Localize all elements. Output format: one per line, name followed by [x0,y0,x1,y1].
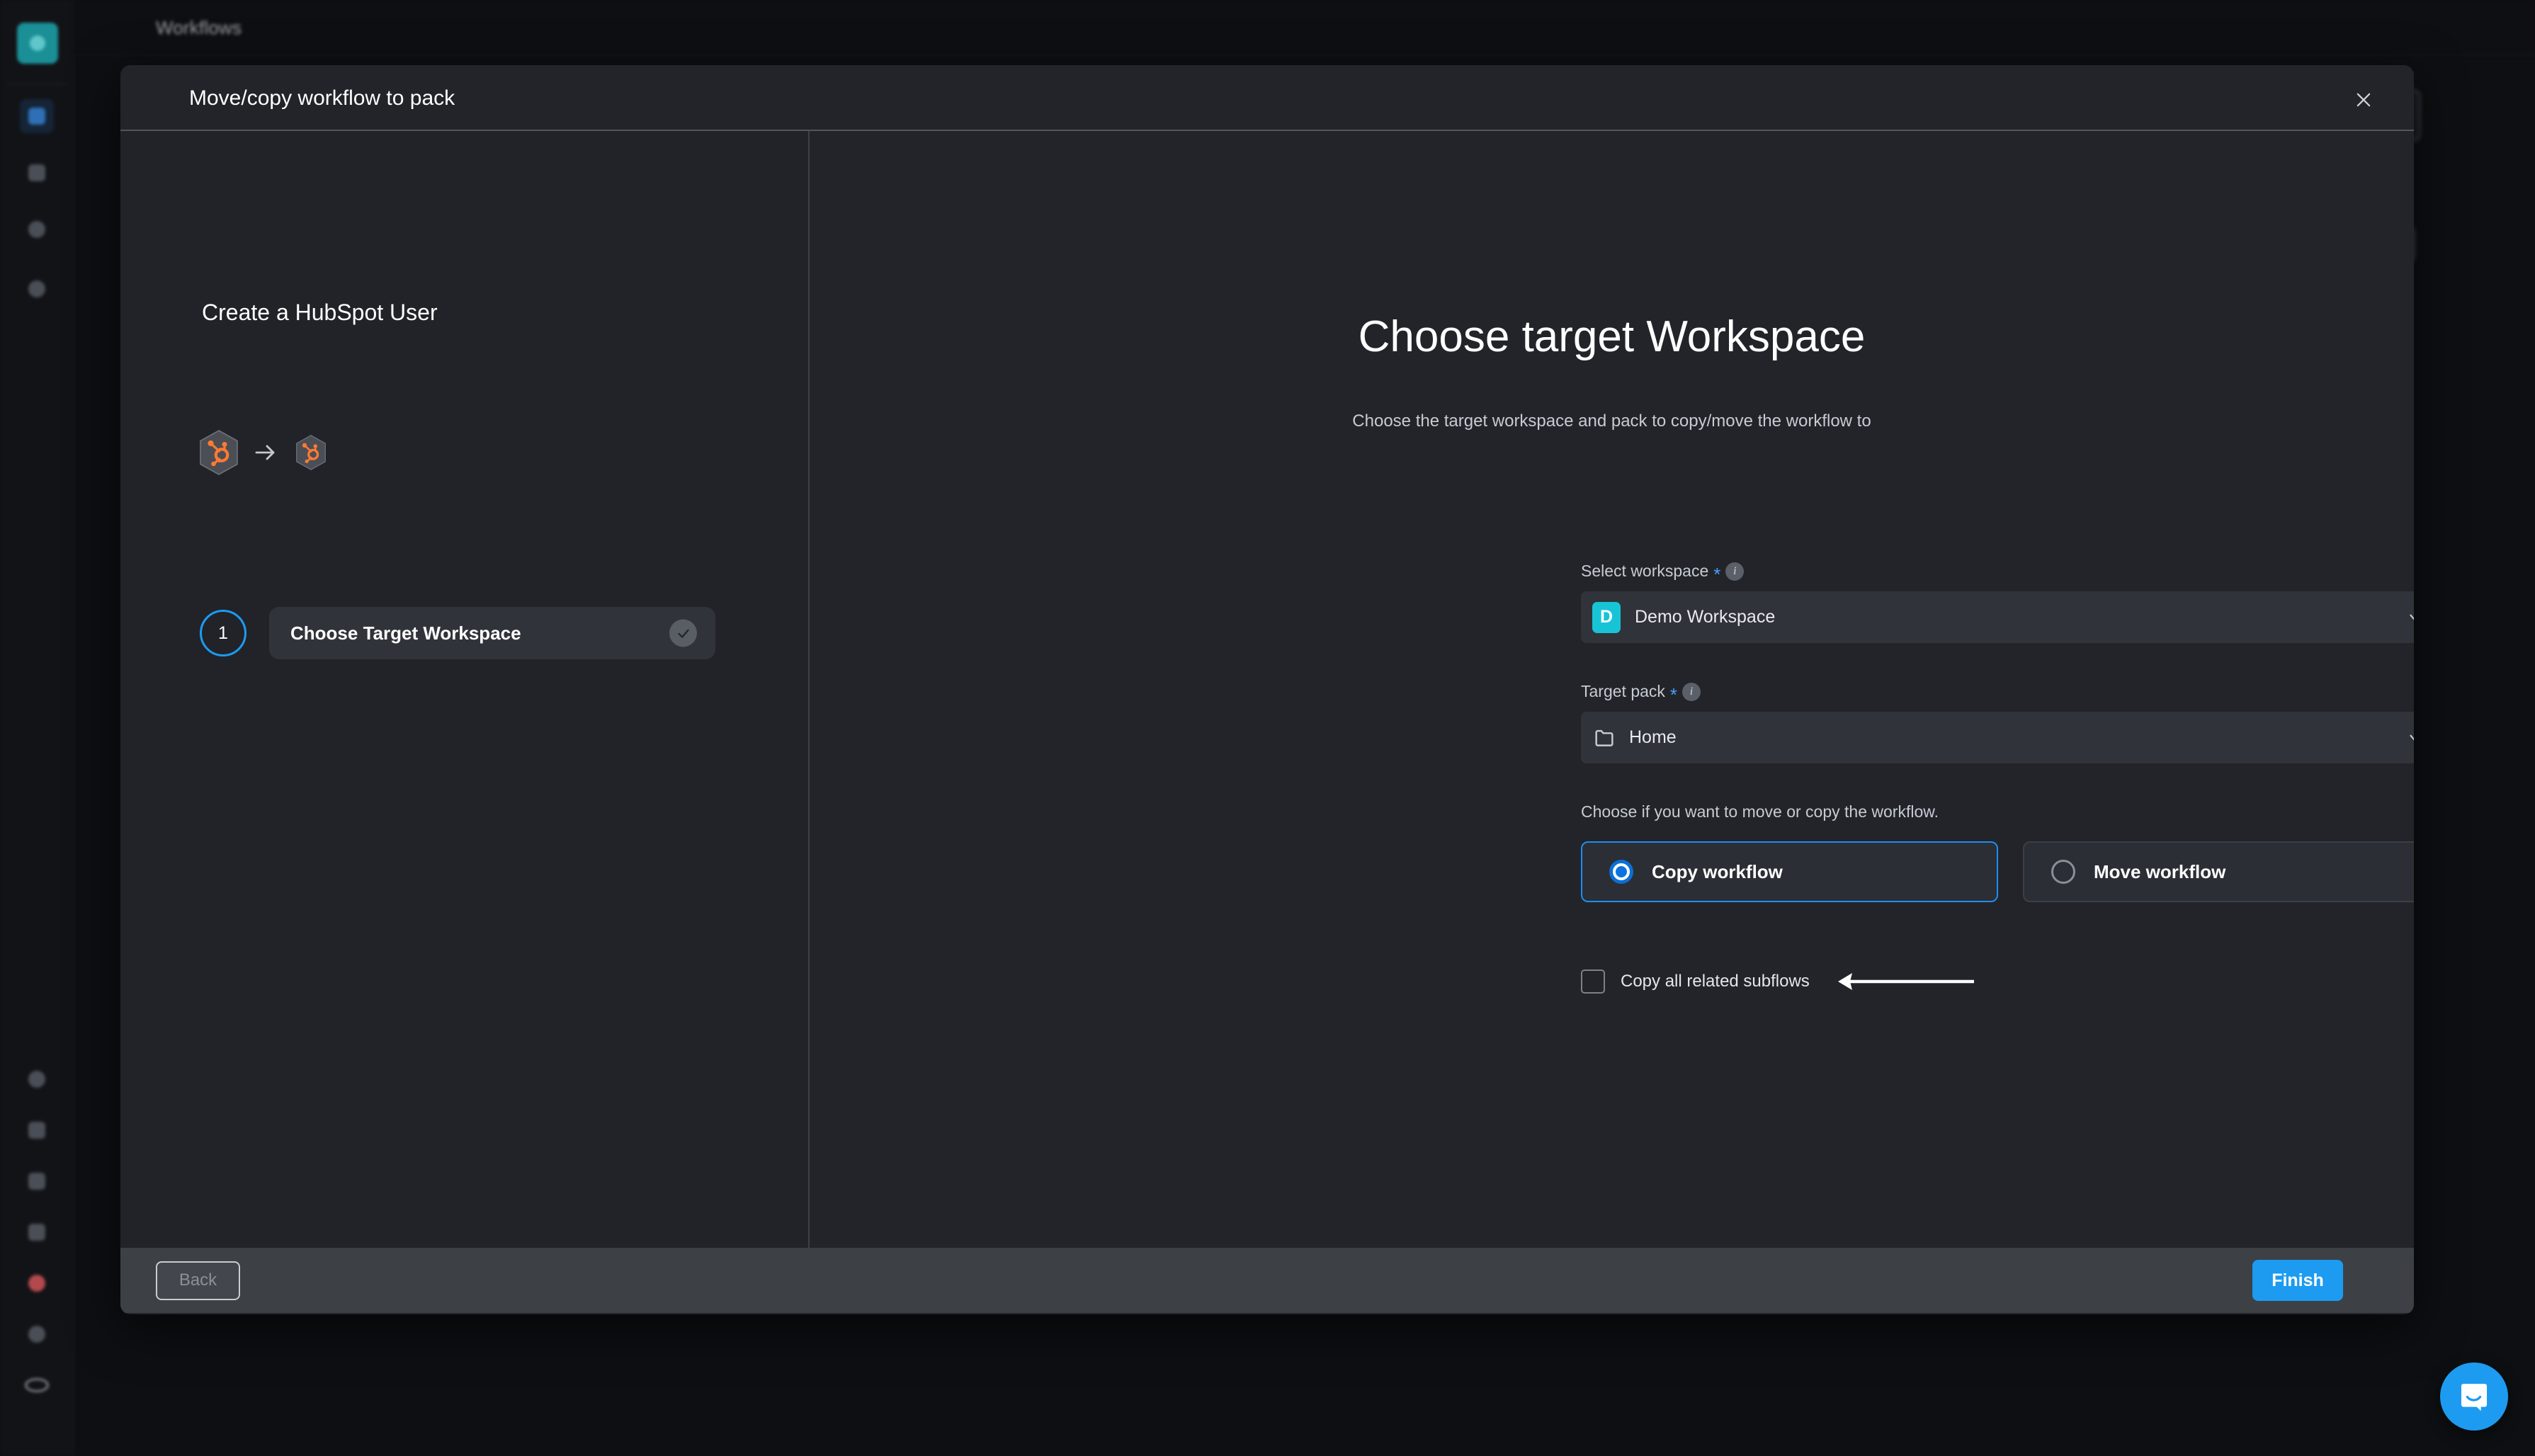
workflow-name: Create a HubSpot User [202,300,438,325]
chat-bubble-icon [2461,1384,2488,1411]
radio-copy-label: Copy workflow [1652,860,1783,882]
chevron-down-icon [2410,614,2414,620]
rail-item-help[interactable] [20,1317,54,1351]
rail-item-bell[interactable] [20,1113,54,1147]
modal-header: Move/copy workflow to pack [120,65,2414,131]
step-number: 1 [218,622,228,643]
info-icon[interactable]: i [1682,682,1701,701]
mode-radio-group: Copy workflow Move workflow [1581,841,2414,902]
step-label: Choose Target Workspace [290,622,521,644]
rail-item-globe[interactable] [20,1062,54,1096]
hubspot-source-icon [200,430,238,475]
copy-subflows-checkbox[interactable] [1581,969,1605,994]
sidebar-item-choose-target-workspace[interactable]: Choose Target Workspace [269,607,715,659]
app-logo[interactable] [17,23,58,64]
close-glyph [2357,93,2371,107]
mode-prompt: Choose if you want to move or copy the w… [1581,802,1939,821]
info-icon[interactable]: i [1725,562,1745,581]
pack-selected-value: Home [1629,727,1677,747]
radio-copy-workflow[interactable]: Copy workflow [1581,841,1998,902]
step-number-badge: 1 [200,610,246,656]
radio-selected-icon [1609,860,1633,884]
rail-item-user[interactable] [20,1368,54,1402]
workspace-field-label: Select workspace * i [1581,562,2414,585]
modal-footer: Back Finish [120,1248,2414,1313]
move-copy-workflow-modal: Move/copy workflow to pack Create a HubS… [120,65,2414,1314]
rail-item-workflows[interactable] [20,99,54,133]
check-glyph [677,629,689,638]
back-button[interactable]: Back [156,1261,240,1300]
arrow-right-icon [255,445,275,460]
page-subtitle: Choose the target workspace and pack to … [1352,411,1871,431]
rail-item-lock[interactable] [20,1164,54,1198]
wizard-step-1: 1 Choose Target Workspace [200,607,715,659]
rail-item-inbox[interactable] [20,156,54,190]
rail-item-alert[interactable] [20,1266,54,1300]
target-workspace-form: Select workspace * i D Demo Workspace Ta… [1581,562,2414,996]
pack-label-text: Target pack [1581,682,1665,700]
pack-field-label: Target pack * i [1581,682,2414,705]
rail-item-profile[interactable] [20,272,54,306]
annotation-arrow-left-icon [1837,973,1974,990]
page-title: Choose target Workspace [1358,312,1866,361]
radio-unselected-icon [2051,860,2075,884]
hubspot-target-icon [296,435,326,470]
intercom-chat-launcher[interactable] [2440,1363,2508,1431]
workspace-select[interactable]: D Demo Workspace [1581,591,2414,643]
pack-select[interactable]: Home [1581,712,2414,763]
app-transition-row [198,430,331,475]
copy-subflows-row: Copy all related subflows [1581,967,2414,996]
required-marker: * [1669,683,1678,705]
app-topbar: Workflows [74,0,2535,55]
target-workspace-panel: Choose target Workspace Choose the targe… [810,131,2414,1248]
modal-body: Create a HubSpot User 1 Choose Target Wo… [120,131,2414,1248]
required-marker: * [1713,563,1721,585]
radio-move-workflow[interactable]: Move workflow [2023,841,2414,902]
workflow-summary-panel: Create a HubSpot User 1 Choose Target Wo… [120,131,810,1248]
workspace-selected-value: Demo Workspace [1635,607,1776,627]
modal-title: Move/copy workflow to pack [189,86,455,110]
workspace-avatar: D [1592,601,1621,633]
rail-item-settings[interactable] [20,212,54,246]
finish-button[interactable]: Finish [2252,1260,2343,1301]
radio-move-label: Move workflow [2094,860,2226,882]
rail-item-note[interactable] [20,1215,54,1249]
chevron-down-icon [2410,734,2414,741]
folder-icon [1595,729,1614,746]
check-circle-icon [669,619,697,647]
close-icon[interactable] [2349,85,2378,115]
app-left-rail [0,0,74,1456]
breadcrumb: Workflows [156,17,242,38]
workspace-label-text: Select workspace [1581,562,1709,580]
copy-subflows-label: Copy all related subflows [1621,972,1810,991]
